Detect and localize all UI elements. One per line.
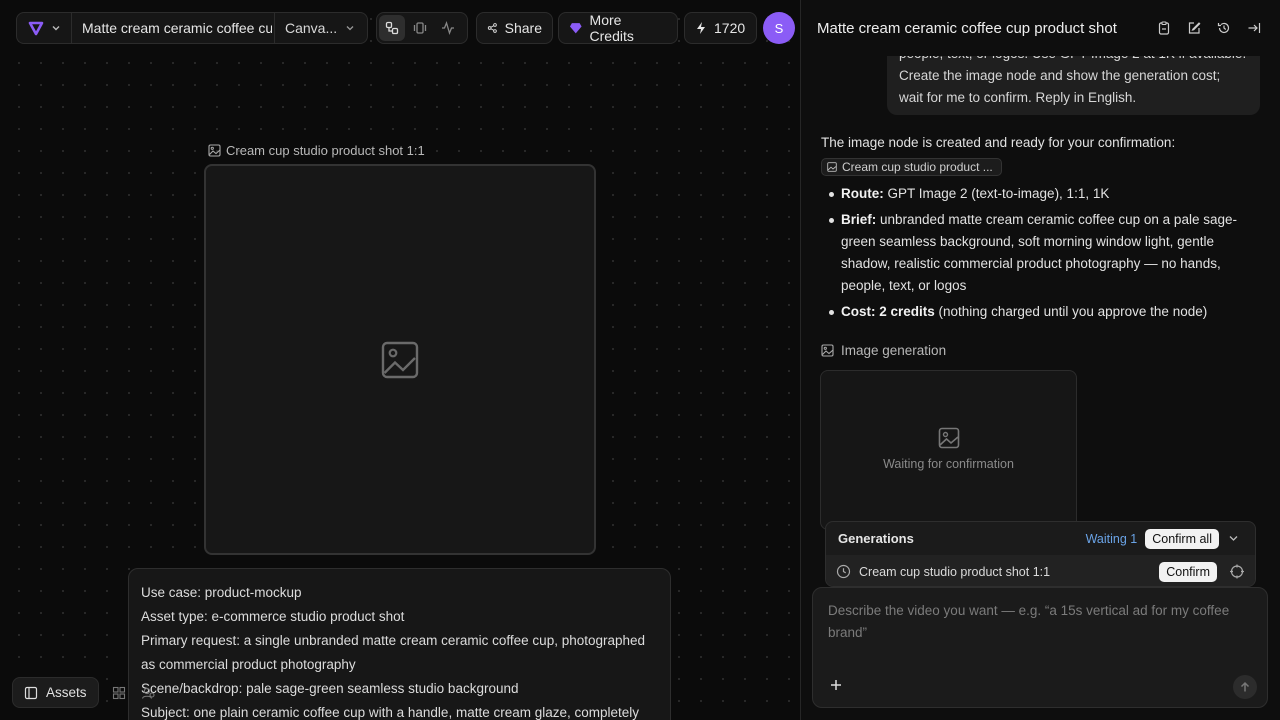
add-attachment-button[interactable] (828, 677, 844, 693)
logo-menu[interactable] (17, 13, 72, 43)
sidebar-icon (24, 686, 38, 699)
node-chip-label: Cream cup studio product ... (842, 160, 993, 174)
list-item: Route: GPT Image 2 (text-to-image), 1:1,… (821, 183, 1261, 205)
image-icon (208, 144, 221, 157)
view-mode-group (376, 12, 468, 44)
node-view-button[interactable] (379, 15, 405, 41)
image-generation-label: Image generation (821, 343, 946, 358)
clipboard-icon (1158, 21, 1170, 35)
cost-label: Cost: 2 credits (841, 304, 935, 319)
collapse-right-icon (1248, 23, 1261, 33)
prompt-line: Primary request: a single unbranded matt… (141, 633, 646, 648)
image-placeholder-icon (381, 341, 419, 378)
generations-header: Generations Waiting 1 Confirm all (826, 522, 1255, 555)
generation-name: Cream cup studio product shot 1:1 (859, 564, 1051, 579)
characters-button[interactable] (139, 683, 159, 703)
assistant-message: The image node is created and ready for … (821, 132, 1261, 327)
edit-icon (1188, 22, 1201, 34)
logo-icon (28, 21, 44, 36)
prompt-line: as commercial product photography (141, 657, 356, 672)
panel-header: Matte cream ceramic coffee cup product s… (801, 0, 1280, 56)
panels-icon (413, 22, 427, 34)
chevron-down-icon (52, 26, 60, 31)
generations-title: Generations (838, 531, 914, 546)
image-node[interactable] (204, 164, 596, 555)
image-generation-text: Image generation (841, 343, 947, 358)
timeline-view-button[interactable] (407, 15, 433, 41)
chevron-down-icon (346, 26, 354, 31)
locate-icon[interactable] (1217, 564, 1245, 579)
project-bar: Matte cream ceramic coffee cup Canva... (16, 12, 368, 44)
brief-value: unbranded matte cream ceramic coffee cup… (841, 212, 1237, 293)
activity-view-button[interactable] (435, 15, 461, 41)
history-icon (1217, 22, 1230, 34)
prompt-line: Scene/backdrop: pale sage-green seamless… (141, 681, 519, 696)
credits-count: 1720 (714, 20, 746, 36)
assets-label: Assets (46, 685, 87, 700)
list-item: Brief: unbranded matte cream ceramic cof… (821, 209, 1261, 297)
node-reference-chip[interactable]: Cream cup studio product ... (821, 158, 1002, 176)
user-message-line: wait for me to confirm. Reply in English… (899, 90, 1137, 105)
share-button[interactable]: Share (476, 12, 553, 44)
users-icon (141, 687, 155, 699)
prompt-line: Subject: one plain ceramic coffee cup wi… (141, 705, 640, 720)
route-label: Route: (841, 186, 884, 201)
canvas-area[interactable]: Matte cream ceramic coffee cup Canva... (0, 0, 800, 720)
history-button[interactable] (1214, 18, 1234, 38)
canvas-select-label: Canva... (285, 20, 338, 36)
collapse-panel-button[interactable] (1244, 18, 1264, 38)
nodes-icon (385, 21, 399, 35)
assets-button[interactable]: Assets (12, 677, 99, 708)
chevron-down-icon[interactable] (1219, 532, 1243, 546)
assistant-intro: The image node is created and ready for … (821, 135, 1176, 150)
more-credits-button[interactable]: More Credits (558, 12, 678, 44)
send-button[interactable] (1233, 675, 1257, 699)
share-label: Share (504, 20, 542, 36)
generation-row: Cream cup studio product shot 1:1 Confir… (826, 555, 1255, 586)
route-value: GPT Image 2 (text-to-image), 1:1, 1K (883, 186, 1110, 201)
image-placeholder-icon (938, 427, 959, 449)
confirm-all-button[interactable]: Confirm all (1145, 528, 1219, 549)
image-node-label: Cream cup studio product shot 1:1 (208, 143, 425, 158)
prompt-line: Asset type: e-commerce studio product sh… (141, 609, 405, 624)
chat-input[interactable]: Describe the video you want — e.g. “a 15… (828, 600, 1248, 644)
copy-button[interactable] (1154, 18, 1174, 38)
cost-value: (nothing charged until you approve the n… (934, 304, 1208, 319)
panel-title: Matte cream ceramic coffee cup product s… (817, 19, 1117, 37)
clock-icon (836, 564, 851, 579)
image-icon (821, 344, 834, 357)
credits-balance[interactable]: 1720 (684, 12, 757, 44)
chat-panel: people, text, or logos. Use GPT Image 2 … (801, 0, 1280, 720)
image-node-title: Cream cup studio product shot 1:1 (226, 143, 425, 158)
brief-label: Brief: (841, 212, 877, 227)
prompt-node[interactable]: Use case: product-mockup Asset type: e-c… (128, 568, 671, 720)
confirm-button[interactable]: Confirm (1159, 561, 1217, 582)
list-item: Cost: 2 credits (nothing charged until y… (821, 301, 1261, 323)
gem-icon (569, 23, 582, 34)
bottom-toolbar: Assets (12, 677, 159, 708)
new-chat-button[interactable] (1184, 18, 1204, 38)
panel-header-actions (1154, 18, 1280, 38)
prompt-line: Use case: product-mockup (141, 585, 302, 600)
more-credits-label: More Credits (589, 12, 634, 44)
avatar[interactable]: S (763, 12, 795, 44)
share-icon (487, 23, 497, 33)
generations-tray: Generations Waiting 1 Confirm all Cream … (825, 521, 1256, 587)
grid-button[interactable] (109, 683, 129, 703)
grid-icon (112, 686, 125, 699)
user-message-line: Create the image node and show the gener… (899, 68, 1221, 83)
generation-preview[interactable]: Waiting for confirmation (820, 370, 1077, 530)
project-title-input[interactable]: Matte cream ceramic coffee cup (72, 20, 272, 36)
waiting-count: Waiting 1 (1085, 531, 1138, 546)
arrow-up-icon (1240, 681, 1250, 692)
lightning-icon (697, 22, 705, 34)
image-icon (827, 162, 837, 172)
chat-input-box[interactable]: Describe the video you want — e.g. “a 15… (812, 587, 1268, 708)
canvas-select[interactable]: Canva... (274, 13, 365, 43)
activity-icon (442, 21, 454, 35)
plus-icon (831, 680, 841, 690)
details-list: Route: GPT Image 2 (text-to-image), 1:1,… (821, 183, 1261, 323)
waiting-text: Waiting for confirmation (883, 457, 1014, 471)
